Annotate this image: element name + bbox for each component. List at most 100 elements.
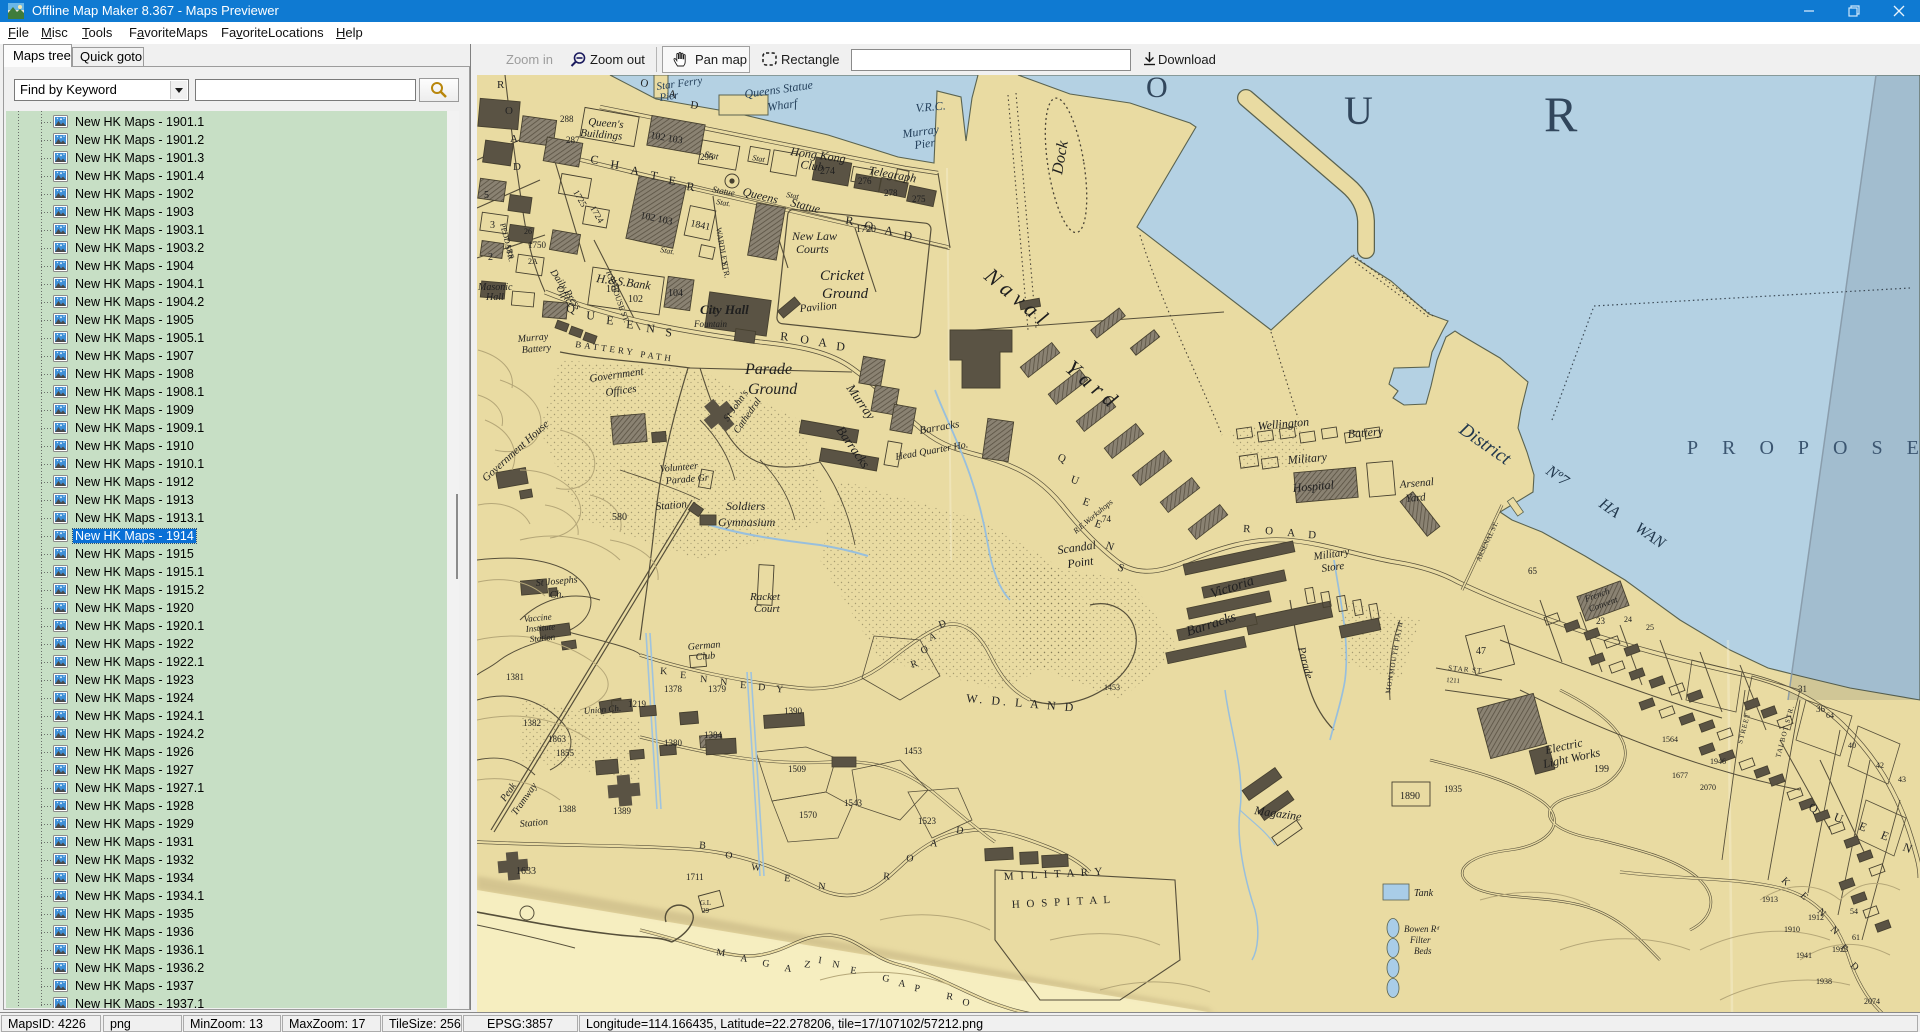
svg-text:Tank: Tank: [1414, 888, 1434, 899]
svg-text:O: O: [1265, 525, 1274, 537]
svg-text:287: 287: [566, 135, 580, 145]
svg-text:1378: 1378: [664, 684, 683, 694]
svg-text:275: 275: [912, 194, 926, 204]
svg-text:199: 199: [1594, 764, 1609, 775]
svg-text:Filter: Filter: [1409, 935, 1431, 945]
svg-text:O: O: [505, 105, 513, 117]
svg-text:Fountain: Fountain: [693, 319, 727, 329]
svg-text:M: M: [716, 947, 726, 959]
svg-text:Ch.: Ch.: [549, 589, 564, 601]
svg-text:74: 74: [1102, 514, 1112, 524]
svg-text:1912: 1912: [1808, 913, 1824, 922]
svg-text:1509: 1509: [788, 764, 807, 774]
svg-text:1543: 1543: [844, 798, 863, 808]
svg-text:2070: 2070: [1700, 783, 1716, 792]
svg-text:23: 23: [1596, 616, 1606, 626]
svg-text:25: 25: [1646, 623, 1654, 632]
svg-text:580: 580: [612, 512, 627, 523]
svg-text:New Law: New Law: [791, 229, 837, 243]
svg-text:G: G: [762, 958, 771, 970]
svg-text:A: A: [510, 133, 518, 145]
svg-text:Bowen Rᵈ: Bowen Rᵈ: [1404, 924, 1440, 934]
svg-text:Courts: Courts: [796, 242, 829, 256]
svg-text:278: 278: [884, 188, 898, 198]
svg-text:U: U: [586, 308, 596, 323]
svg-text:1946: 1946: [1710, 757, 1726, 766]
svg-text:Club: Club: [695, 650, 715, 663]
svg-text:1211: 1211: [1446, 676, 1461, 685]
svg-text:PROPOSE: PROPOSE: [1687, 437, 1920, 459]
svg-text:2A: 2A: [528, 257, 538, 266]
svg-text:43: 43: [1898, 775, 1906, 784]
svg-text:1384: 1384: [704, 730, 723, 740]
svg-text:D: D: [758, 682, 766, 693]
svg-text:O: O: [962, 997, 971, 1009]
svg-text:R: R: [497, 79, 505, 91]
svg-text:Gymnasium: Gymnasium: [718, 515, 776, 529]
svg-text:1382: 1382: [523, 718, 541, 728]
svg-text:Y: Y: [776, 684, 784, 695]
svg-text:65: 65: [1528, 566, 1538, 576]
svg-text:1923: 1923: [1832, 945, 1848, 954]
svg-text:2074: 2074: [1864, 997, 1880, 1006]
svg-text:City Hall: City Hall: [700, 302, 749, 317]
svg-text:Racket: Racket: [749, 591, 781, 603]
svg-text:Yard: Yard: [1405, 491, 1426, 505]
svg-text:D: D: [836, 339, 846, 354]
svg-text:Beds: Beds: [1414, 946, 1432, 956]
svg-text:A: A: [818, 335, 828, 350]
svg-text:Ground: Ground: [748, 381, 798, 398]
svg-text:40: 40: [1848, 741, 1856, 750]
svg-text:1633: 1633: [516, 866, 536, 877]
svg-text:54: 54: [1850, 907, 1858, 916]
svg-text:V.R.C.: V.R.C.: [915, 98, 946, 115]
svg-text:1379: 1379: [708, 684, 727, 694]
svg-text:47: 47: [1476, 646, 1486, 657]
svg-text:1523: 1523: [918, 816, 937, 826]
svg-text:1913: 1913: [1762, 895, 1778, 904]
svg-text:E: E: [606, 313, 615, 328]
svg-text:1750: 1750: [528, 240, 547, 250]
svg-text:1711: 1711: [686, 872, 704, 882]
svg-text:64: 64: [1826, 711, 1834, 720]
svg-text:R: R: [883, 871, 891, 883]
svg-text:1941: 1941: [1796, 951, 1812, 960]
svg-text:1855: 1855: [556, 748, 575, 758]
svg-text:G.L: G.L: [700, 899, 711, 907]
svg-text:O: O: [1146, 75, 1168, 104]
svg-text:276: 276: [858, 176, 872, 186]
svg-text:S: S: [665, 325, 673, 340]
svg-text:61: 61: [1852, 933, 1860, 942]
svg-text:O: O: [725, 850, 733, 862]
svg-text:Soldiers: Soldiers: [726, 499, 766, 513]
svg-text:O: O: [906, 853, 914, 865]
svg-text:N: N: [700, 674, 708, 685]
svg-text:31: 31: [1798, 684, 1807, 694]
svg-text:1938: 1938: [1816, 977, 1832, 986]
svg-text:102: 102: [628, 294, 643, 305]
svg-text:N: N: [646, 321, 656, 336]
svg-text:A: A: [1287, 527, 1296, 539]
svg-text:1935: 1935: [1444, 784, 1463, 794]
svg-text:E: E: [784, 873, 791, 884]
svg-text:1863: 1863: [548, 734, 567, 744]
svg-text:N: N: [832, 959, 841, 971]
svg-text:W: W: [751, 862, 762, 874]
svg-text:Cricket: Cricket: [820, 268, 865, 284]
svg-text:1380: 1380: [664, 738, 683, 748]
svg-text:1389: 1389: [613, 806, 632, 816]
svg-text:Hall: Hall: [485, 292, 504, 303]
svg-text:288: 288: [560, 114, 574, 124]
svg-text:Court: Court: [754, 603, 781, 615]
svg-text:104: 104: [668, 288, 683, 299]
svg-text:R: R: [780, 329, 789, 344]
svg-text:D: D: [1308, 529, 1317, 541]
svg-text:G: G: [882, 973, 891, 985]
svg-text:U: U: [1344, 88, 1373, 133]
svg-text:Parade: Parade: [744, 361, 792, 378]
svg-text:D: D: [513, 161, 521, 173]
svg-text:1910: 1910: [1784, 925, 1800, 934]
svg-text:1381: 1381: [506, 672, 524, 682]
svg-text:1564: 1564: [1662, 735, 1678, 744]
svg-text:29: 29: [702, 907, 710, 915]
